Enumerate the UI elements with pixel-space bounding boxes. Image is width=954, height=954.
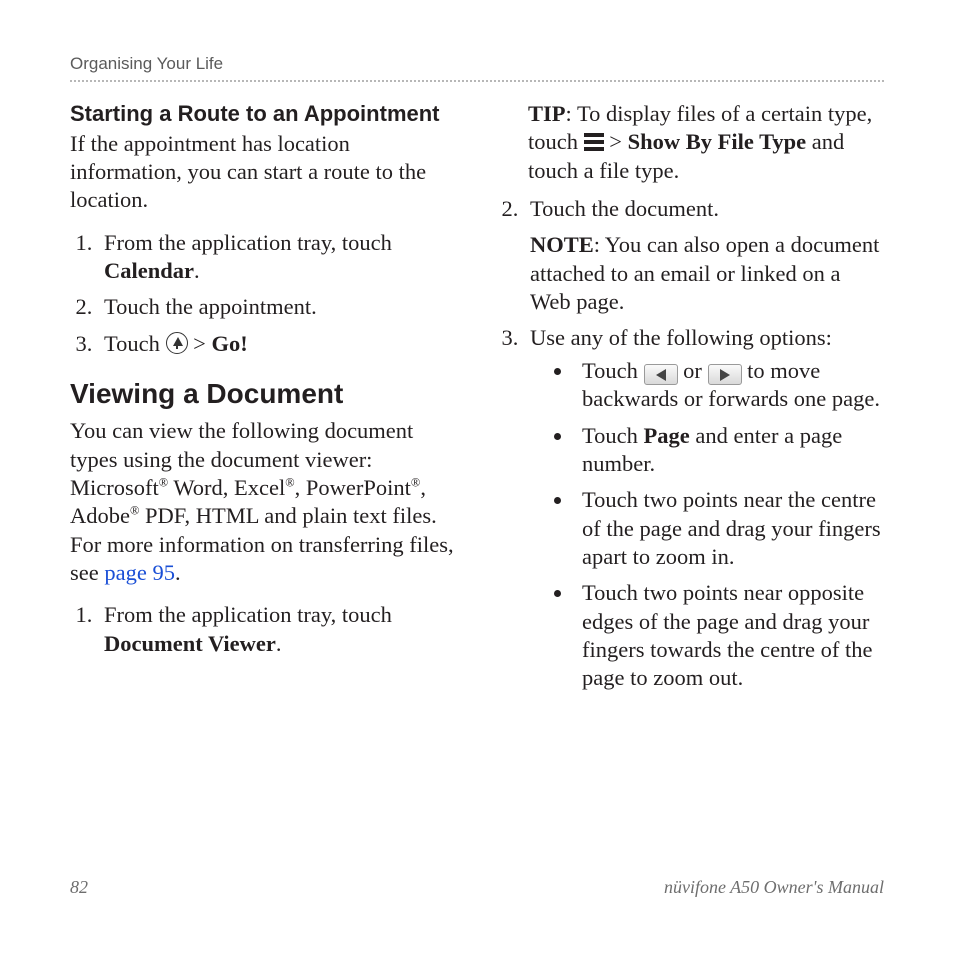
text: > (188, 331, 212, 356)
text: . (276, 631, 282, 656)
route-intro: If the appointment has location informat… (70, 130, 458, 215)
text: Touch (582, 358, 644, 383)
page-number: 82 (70, 877, 88, 898)
tip-label: TIP (528, 101, 566, 126)
route-step-3: Touch > Go! (98, 330, 458, 358)
option-enter-page: Touch Page and enter a page number. (574, 422, 884, 479)
manual-page: Organising Your Life Starting a Route to… (0, 0, 954, 703)
doc-step-1: From the application tray, touch Documen… (98, 601, 458, 658)
page-label: Page (644, 423, 690, 448)
page-95-link[interactable]: page 95 (104, 560, 175, 585)
doc-step-2: Touch the document. NOTE: You can also o… (524, 195, 884, 316)
menu-icon (584, 133, 604, 151)
route-step-1: From the application tray, touch Calenda… (98, 229, 458, 286)
document-viewer-label: Document Viewer (104, 631, 276, 656)
text: From the application tray, touch (104, 230, 392, 255)
route-step-2: Touch the appointment. (98, 293, 458, 321)
text: or (678, 358, 708, 383)
option-zoom-in: Touch two points near the centre of the … (574, 486, 884, 571)
show-by-file-type-label: Show By File Type (628, 129, 807, 154)
registered-mark: ® (411, 475, 420, 489)
text: , PowerPoint (295, 475, 411, 500)
manual-title: nüvifone A50 Owner's Manual (664, 877, 884, 898)
next-page-icon (708, 364, 742, 385)
section-heading-viewing-document: Viewing a Document (70, 376, 458, 411)
tip-block: TIP: To display files of a certain type,… (528, 100, 884, 185)
options-list: Touch or to move backwards or forwards o… (530, 357, 884, 693)
option-zoom-out: Touch two points near opposite edges of … (574, 579, 884, 692)
go-label: Go! (212, 331, 248, 356)
doc-steps-right: Touch the document. NOTE: You can also o… (496, 195, 884, 693)
doc-steps-left: From the application tray, touch Documen… (70, 601, 458, 658)
registered-mark: ® (159, 475, 168, 489)
prev-page-icon (644, 364, 678, 385)
running-header: Organising Your Life (70, 54, 884, 82)
text: From the application tray, touch (104, 602, 392, 627)
document-intro: You can view the following document type… (70, 417, 458, 587)
registered-mark: ® (285, 475, 294, 489)
text: Touch (582, 423, 644, 448)
calendar-label: Calendar (104, 258, 194, 283)
option-page-nav: Touch or to move backwards or forwards o… (574, 357, 884, 414)
navigate-icon (166, 332, 188, 354)
page-footer: 82 nüvifone A50 Owner's Manual (70, 877, 884, 898)
text: Touch the document. (530, 196, 719, 221)
doc-step-3: Use any of the following options: Touch … (524, 324, 884, 692)
text: Word, Excel (168, 475, 285, 500)
left-column: Starting a Route to an Appointment If th… (70, 100, 458, 703)
text: > (604, 129, 628, 154)
note-block: NOTE: You can also open a document attac… (530, 231, 884, 316)
text: . (175, 560, 181, 585)
subsection-heading-route: Starting a Route to an Appointment (70, 100, 458, 128)
text: Use any of the following options: (530, 325, 832, 350)
text: Touch (104, 331, 166, 356)
registered-mark: ® (130, 504, 139, 518)
two-column-layout: Starting a Route to an Appointment If th… (70, 100, 884, 703)
note-label: NOTE (530, 232, 594, 257)
text: . (194, 258, 200, 283)
route-steps-list: From the application tray, touch Calenda… (70, 229, 458, 358)
right-column: TIP: To display files of a certain type,… (496, 100, 884, 703)
